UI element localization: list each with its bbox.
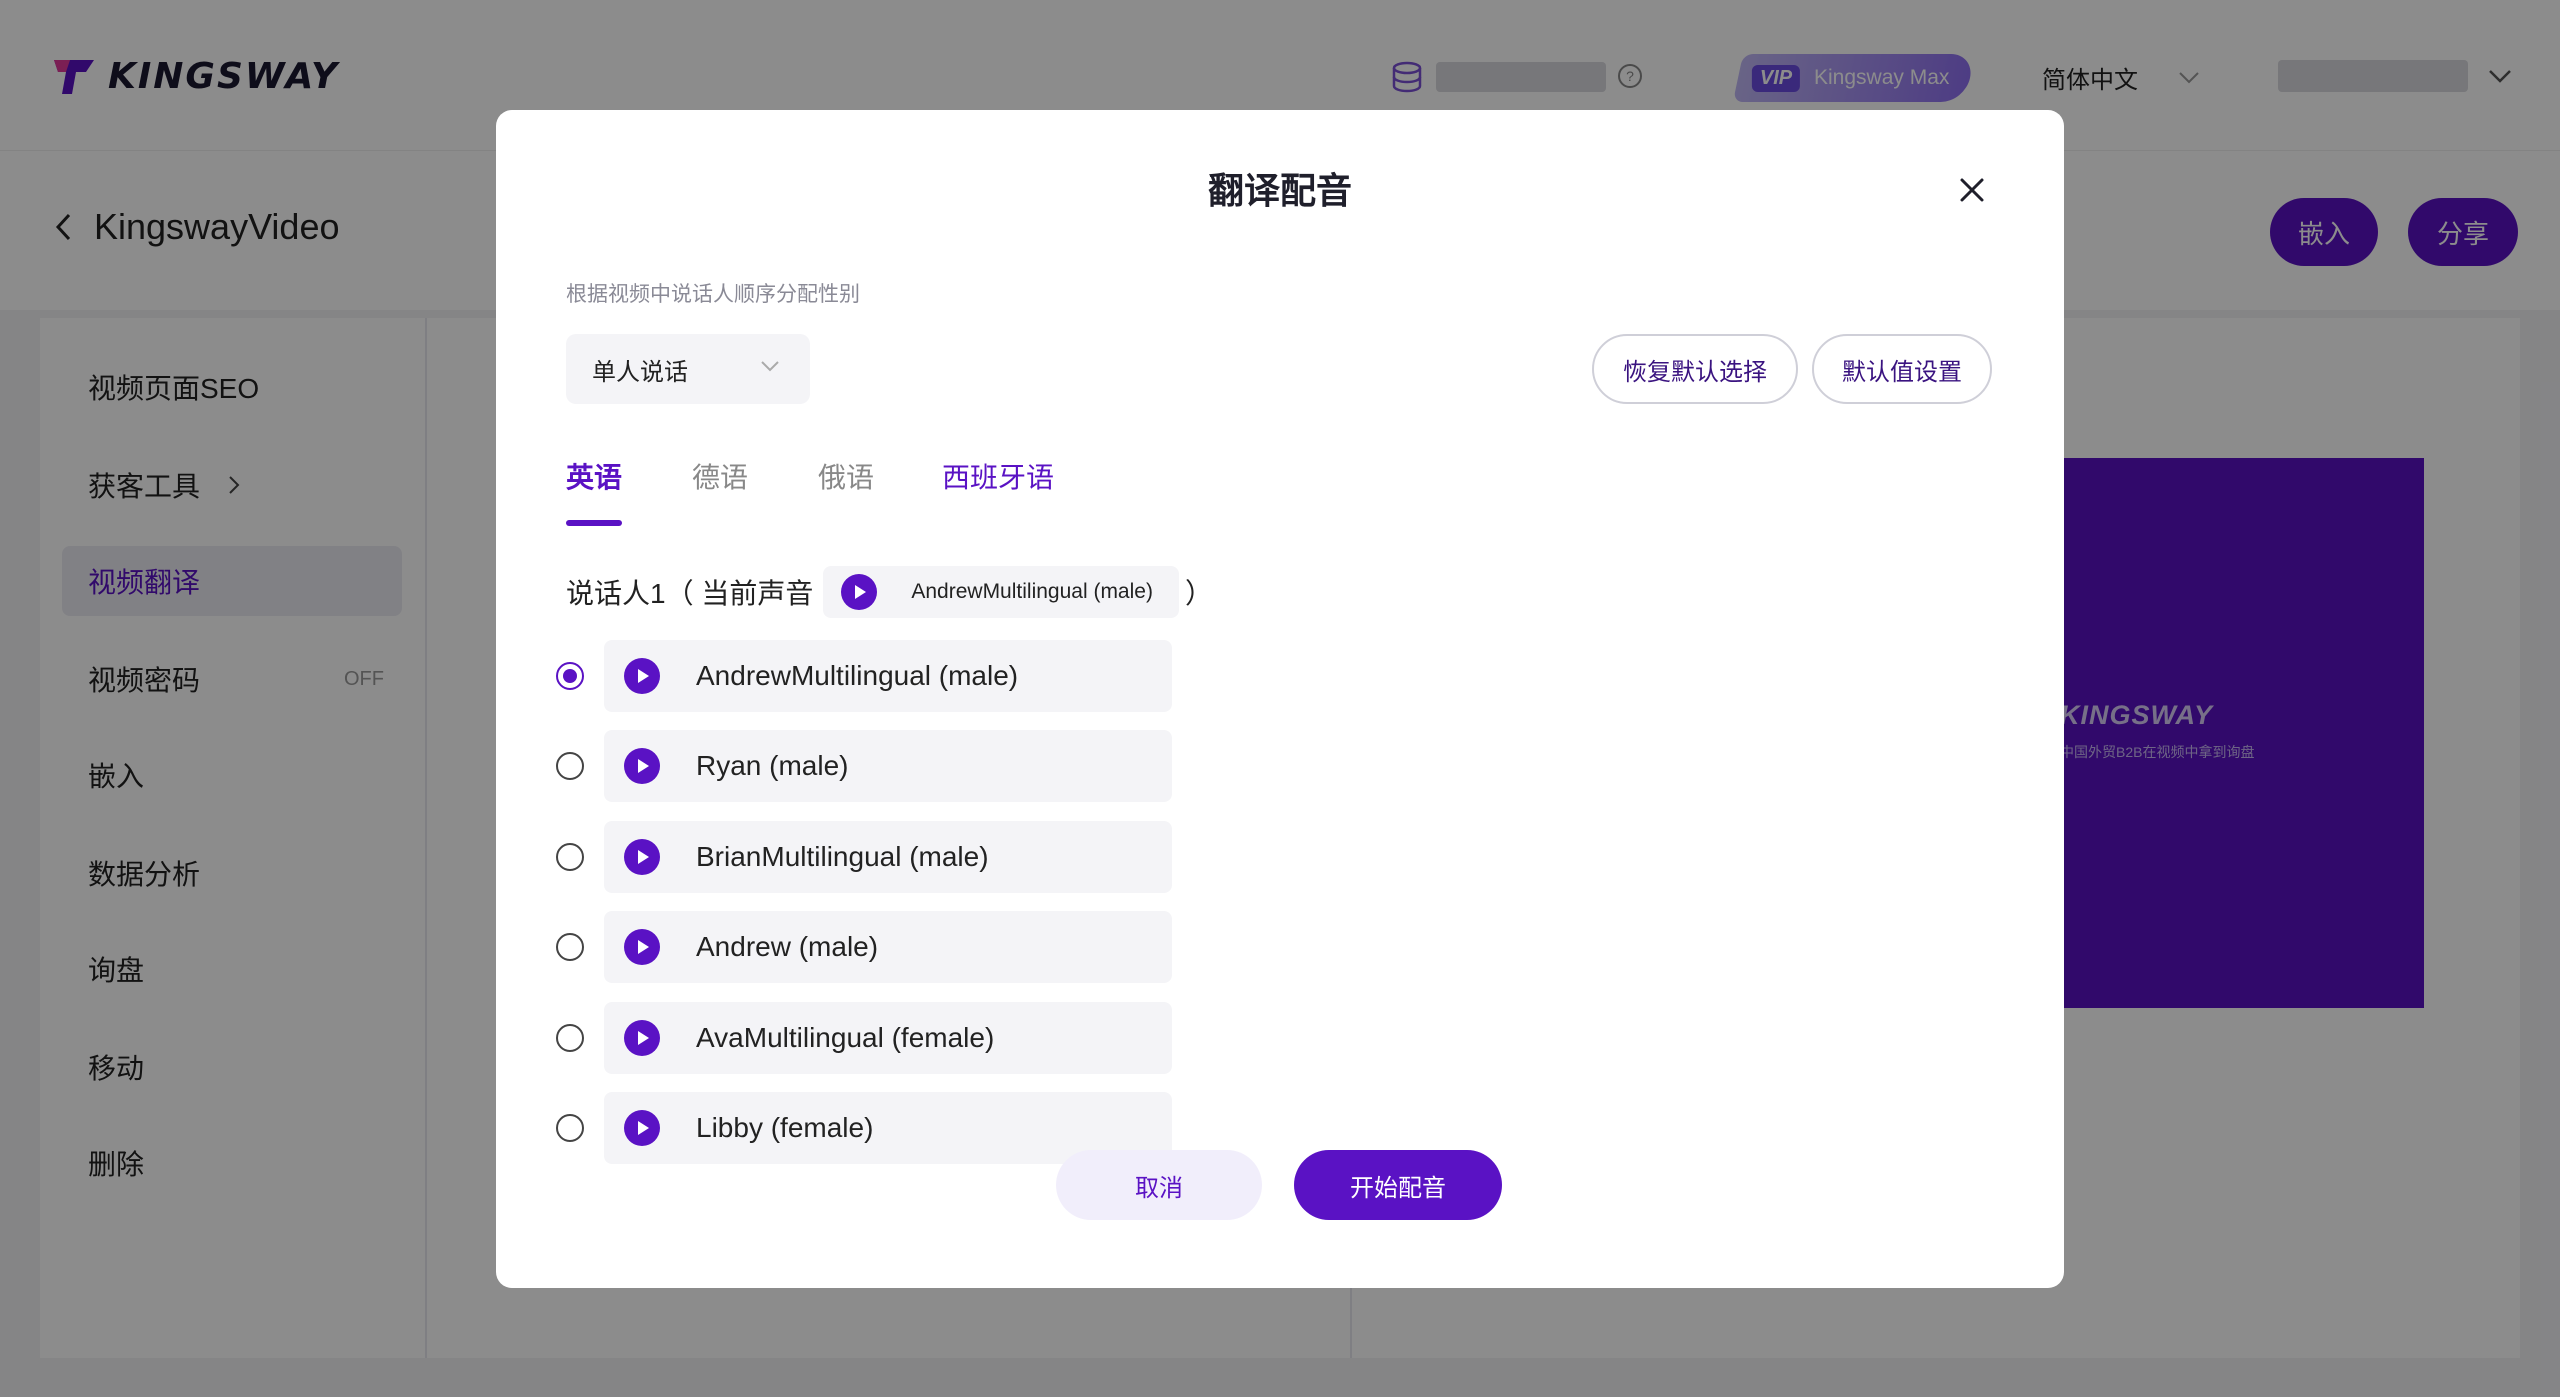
voice-option[interactable]: Ryan (male) <box>604 730 1172 802</box>
voice-list[interactable]: AndrewMultilingual (male) Ryan (male) Br… <box>556 630 1256 1222</box>
chevron-down-icon <box>761 361 779 372</box>
active-tab-indicator <box>566 520 622 526</box>
tab-german[interactable]: 德语 <box>692 456 748 496</box>
speaker-mode-value: 单人说话 <box>592 358 688 386</box>
list-item[interactable]: Ryan (male) <box>556 730 1256 802</box>
voice-name: AvaMultilingual (female) <box>696 1022 995 1053</box>
list-item[interactable]: AvaMultilingual (female) <box>556 1002 1256 1074</box>
dialog-title: 翻译配音 <box>1207 170 1352 211</box>
voice-name: Libby (female) <box>696 1112 874 1143</box>
voice-option[interactable]: Andrew (male) <box>604 911 1172 983</box>
play-icon[interactable] <box>841 574 878 610</box>
play-icon[interactable] <box>624 748 660 784</box>
current-voice-chip: AndrewMultilingual (male) <box>823 566 1179 618</box>
voice-radio[interactable] <box>556 933 584 961</box>
voice-name: AndrewMultilingual (male) <box>696 660 1019 691</box>
play-icon[interactable] <box>624 658 660 694</box>
tab-russian[interactable]: 俄语 <box>818 456 874 496</box>
start-dubbing-button[interactable]: 开始配音 <box>1294 1150 1502 1220</box>
voice-radio[interactable] <box>556 843 584 871</box>
play-icon[interactable] <box>624 929 660 965</box>
voice-radio[interactable] <box>556 1114 584 1142</box>
play-icon[interactable] <box>624 839 660 875</box>
close-icon <box>1960 178 1984 202</box>
voice-radio[interactable] <box>556 662 584 690</box>
close-button[interactable] <box>1948 166 1996 214</box>
default-settings-button[interactable]: 默认值设置 <box>1812 334 1992 404</box>
list-item[interactable]: AndrewMultilingual (male) <box>556 640 1256 712</box>
gender-hint: 根据视频中说话人顺序分配性别 <box>566 283 860 306</box>
speaker-suffix: ） <box>1184 578 1213 609</box>
voice-name: BrianMultilingual (male) <box>696 841 989 872</box>
restore-default-button[interactable]: 恢复默认选择 <box>1592 334 1798 404</box>
list-item[interactable]: Andrew (male) <box>556 911 1256 983</box>
list-item[interactable]: BrianMultilingual (male) <box>556 821 1256 893</box>
voice-option[interactable]: BrianMultilingual (male) <box>604 821 1172 893</box>
play-icon[interactable] <box>624 1110 660 1146</box>
voice-option[interactable]: AvaMultilingual (female) <box>604 1002 1172 1074</box>
voice-radio[interactable] <box>556 1024 584 1052</box>
voice-radio[interactable] <box>556 752 584 780</box>
tab-english[interactable]: 英语 <box>566 456 622 496</box>
speaker-mode-select[interactable]: 单人说话 <box>566 334 810 404</box>
voice-name: Andrew (male) <box>696 931 879 962</box>
cancel-button[interactable]: 取消 <box>1056 1150 1262 1220</box>
play-icon[interactable] <box>624 1020 660 1056</box>
voice-name: Ryan (male) <box>696 750 849 781</box>
speaker-label: 说话人1（ 当前声音 <box>566 578 814 609</box>
tab-spanish[interactable]: 西班牙语 <box>942 456 1054 496</box>
voice-option[interactable]: AndrewMultilingual (male) <box>604 640 1172 712</box>
speaker-current-voice: 说话人1（ 当前声音 AndrewMultilingual (male) ） <box>566 565 1213 619</box>
current-voice-name: AndrewMultilingual (male) <box>911 580 1153 603</box>
dubbing-dialog: 翻译配音 根据视频中说话人顺序分配性别 单人说话 恢复默认选择 默认值设置 英语… <box>496 110 2064 1288</box>
